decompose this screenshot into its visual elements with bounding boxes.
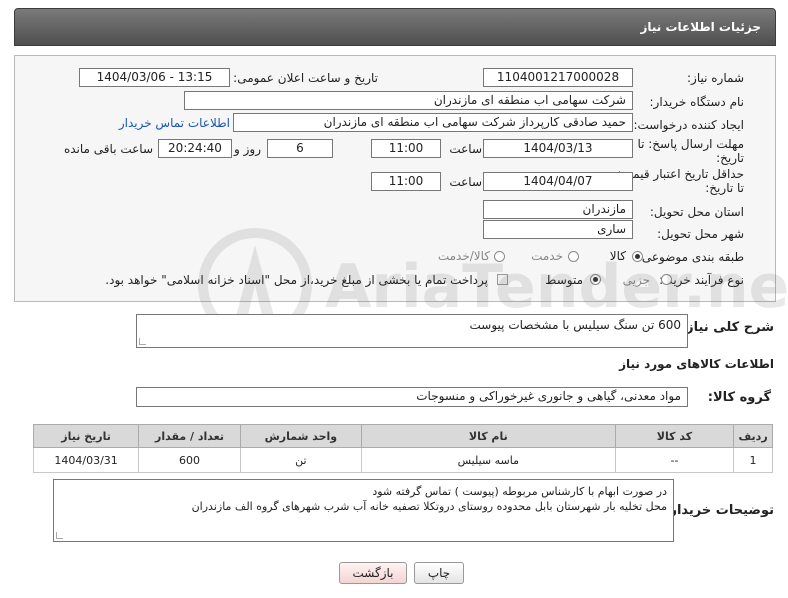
page-title: جزئیات اطلاعات نیاز: [640, 20, 761, 34]
table-row: 1 -- ماسه سیلیس تن 600 1404/03/31: [32, 447, 773, 473]
page-header: جزئیات اطلاعات نیاز: [14, 8, 776, 46]
buyer-contact-link[interactable]: اطلاعات تماس خریدار: [119, 116, 230, 130]
cell-code: --: [614, 447, 735, 473]
price-validity-time-field: 11:00: [371, 172, 441, 191]
print-button[interactable]: چاپ: [414, 562, 464, 584]
cell-unit: تن: [239, 447, 362, 473]
deadline-date-field: 1404/03/13: [483, 139, 633, 158]
deadline-time-label: ساعت: [449, 142, 482, 156]
buyer-notes-textarea: در صورت ابهام با کارشناس مربوطه (پیوست )…: [53, 479, 674, 542]
cell-row: 1: [733, 447, 773, 473]
col-header-row: ردیف: [733, 424, 773, 448]
goods-group-label: گروه کالا:: [707, 390, 771, 405]
cell-qty: 600: [138, 447, 241, 473]
cell-name: ماسه سیلیس: [360, 447, 616, 473]
remaining-label: ساعت باقی مانده: [63, 142, 153, 156]
resize-handle[interactable]: [56, 532, 63, 539]
days-remaining-field: 6: [267, 139, 333, 158]
summary-text: 600 تن سنگ سیلیس با مشخصات پیوست: [469, 318, 681, 332]
announce-datetime-field: 1404/03/06 - 13:15: [79, 68, 230, 87]
col-header-qty: تعداد / مقدار: [138, 424, 241, 448]
col-header-date: تاریخ نیاز: [32, 424, 140, 448]
back-button[interactable]: بازگشت: [339, 562, 407, 584]
buyer-notes-label: توضیحات خریدار:: [664, 503, 774, 518]
summary-textarea: 600 تن سنگ سیلیس با مشخصات پیوست: [136, 314, 688, 348]
announce-label: تاریخ و ساعت اعلان عمومی:: [233, 71, 378, 85]
col-header-name: نام کالا: [360, 424, 616, 448]
buyer-notes-line-2: محل تخلیه بار شهرستان بابل محدوده روستای…: [191, 500, 667, 513]
price-validity-date-field: 1404/04/07: [483, 172, 633, 191]
remaining-time-field: 20:24:40: [158, 139, 232, 158]
summary-label: شرح کلی نیاز:: [680, 320, 774, 335]
buyer-org-label: نام دستگاه خریدار:: [649, 95, 745, 109]
creator-label: ایجاد کننده درخواست:: [633, 118, 744, 132]
col-header-unit: واحد شمارش: [239, 424, 362, 448]
price-validity-label: حداقل تاریخ اعتبار قیمت: تا تاریخ:: [617, 167, 744, 195]
goods-table: ردیف کد کالا نام کالا واحد شمارش تعداد /…: [32, 424, 773, 473]
buyer-org-field: شرکت سهامی اب منطقه ای مازندران: [184, 91, 633, 110]
creator-field: حمید صادقی کارپرداز شرکت سهامی اب منطقه …: [233, 113, 633, 132]
buyer-notes-line-1: در صورت ابهام با کارشناس مربوطه (پیوست )…: [372, 485, 667, 498]
resize-handle[interactable]: [139, 338, 146, 345]
days-label: روز و: [234, 142, 261, 156]
goods-group-field: مواد معدنی، گیاهی و جانوری غیرخوراکی و م…: [136, 387, 688, 407]
col-header-code: کد کالا: [614, 424, 735, 448]
price-validity-time-label: ساعت: [449, 175, 482, 189]
need-number-label: شماره نیاز:: [687, 71, 744, 85]
goods-section-title: اطلاعات کالاهای مورد نیاز: [619, 357, 774, 371]
cell-date: 1404/03/31: [32, 447, 140, 473]
deadline-time-field: 11:00: [371, 139, 441, 158]
need-number-field: 1104001217000028: [483, 68, 633, 87]
watermark-text: AriaTender.net: [325, 252, 788, 322]
deadline-label: مهلت ارسال پاسخ: تا تاریخ:: [637, 137, 744, 165]
